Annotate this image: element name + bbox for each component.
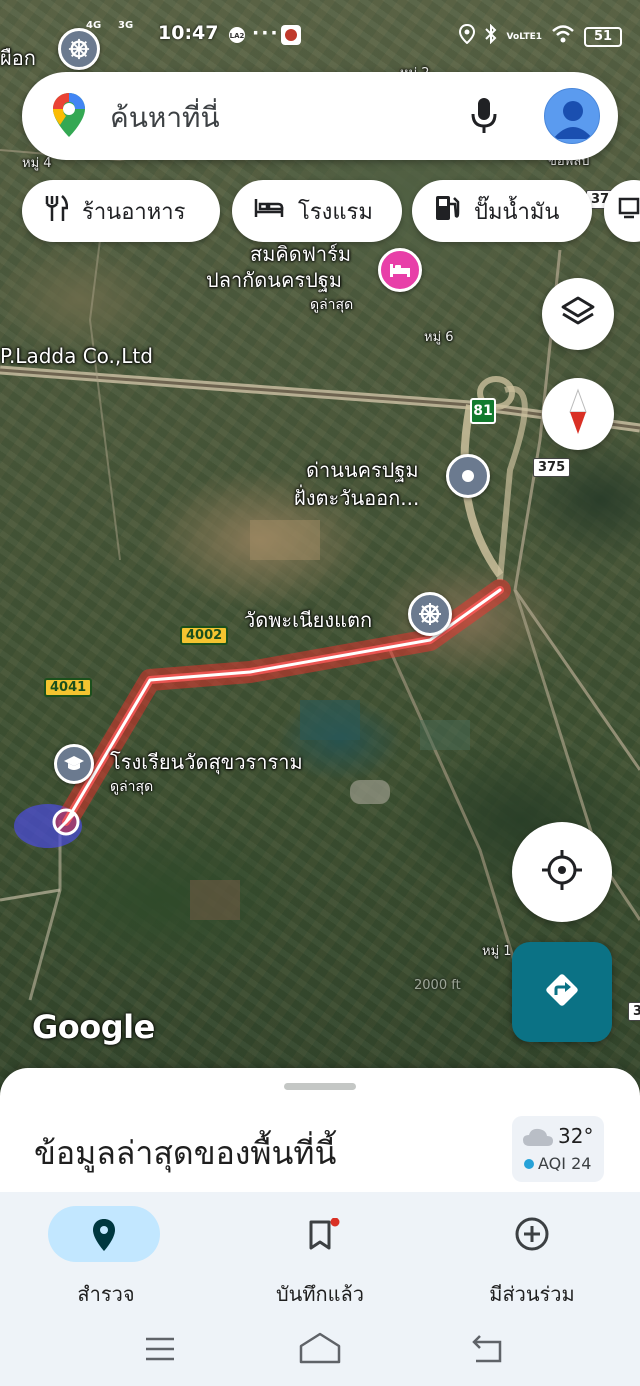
search-placeholder[interactable]: ค้นหาที่นี่ [110,96,220,140]
bookmark-icon [308,1217,342,1256]
poi-toll-name-line2[interactable]: ฝั่งตะวันออก... [294,482,419,514]
school-cap-icon[interactable] [54,744,94,784]
google-logo: Google [32,1008,155,1046]
bottom-sheet[interactable]: ข้อมูลล่าสุดของพื้นที่นี้ 32° AQI 24 [0,1068,640,1208]
gas-station-icon [434,194,460,228]
compass-icon [567,388,589,440]
nav-explore-label: สำรวจ [77,1282,135,1306]
system-navigation-bar [0,1320,640,1386]
location-pin-icon[interactable] [446,454,490,498]
home-icon[interactable] [298,1332,342,1368]
weather-aqi: AQI 24 [538,1154,592,1173]
poi-farm-subtitle: ดูล่าสุด [310,297,354,313]
app-notification-icon: LA2 [228,26,246,49]
network-3g-label: 3G [118,20,134,31]
nav-saved[interactable]: บันทึกแล้ว [220,1202,420,1312]
sheet-title: ข้อมูลล่าสุดของพื้นที่นี้ [34,1134,337,1172]
chip-restaurants-label: ร้านอาหาร [82,199,186,225]
poi-school-subtitle: ดูล่าสุด [110,779,154,795]
map-roads [0,109,640,1001]
google-maps-logo-icon [52,92,86,142]
temple-dharma-wheel-icon[interactable] [408,592,452,636]
poi-school-label[interactable]: โรงเรียนวัดสุขวราราม [110,746,303,778]
nav-contribute[interactable]: มีส่วนร่วม [432,1202,632,1312]
chip-gas-label: ปั๊มน้ำมัน [474,199,560,225]
route-shield-375: 375 [533,458,571,477]
bluetooth-icon [484,23,497,49]
shopping-icon [618,197,640,225]
nav-explore[interactable]: สำรวจ [0,1202,200,1312]
map-canvas[interactable]: ผือก หมู่ 2 หมู่ 4 หมู่ 6 หมู่ 1 ขอพลบ ส… [0,0,640,1100]
chip-restaurants[interactable]: ร้านอาหาร [22,180,220,242]
more-notifications-icon: ··· [252,22,280,44]
layers-icon [560,295,596,333]
route-shield-81: 81 [470,398,496,424]
sheet-drag-handle[interactable] [284,1083,356,1090]
poi-temple-label[interactable]: วัดพะเนียงแตก [244,604,372,636]
network-4g-label: 4G [86,20,102,31]
account-avatar-icon[interactable] [544,88,600,144]
menu-icon[interactable] [144,1336,176,1366]
route-shield-3: 3 [628,1002,640,1021]
bottom-navigation: สำรวจ บันทึกแล้ว มีส่วนร่วม [0,1192,640,1320]
add-circle-icon [514,1216,550,1256]
hotel-pin-icon[interactable] [378,248,422,292]
my-location-button[interactable] [512,822,612,922]
location-status-icon [458,23,475,49]
route-shield-4041: 4041 [44,678,93,697]
nav-saved-label: บันทึกแล้ว [275,1282,365,1306]
weather-badge[interactable]: 32° AQI 24 [512,1116,604,1182]
compass-button[interactable] [542,378,614,450]
battery-indicator: 51 [584,26,622,47]
chip-hotels[interactable]: โรงแรม [232,180,402,242]
route-shield-4002: 4002 [180,626,229,645]
map-scale-faint: 2000 ft [414,978,461,993]
weather-temperature: 32° [558,1124,594,1148]
mic-icon[interactable] [470,96,498,140]
search-bar[interactable]: ค้นหาที่นี่ [22,72,618,160]
svg-text:LA2: LA2 [230,32,245,40]
nav-contribute-label: มีส่วนร่วม [489,1282,575,1306]
chip-hotels-label: โรงแรม [298,199,373,225]
explore-pin-icon [92,1218,116,1256]
restaurant-icon [44,194,69,228]
back-icon[interactable] [470,1334,504,1368]
directions-icon [542,970,582,1014]
aqi-dot-icon [524,1159,534,1169]
status-time: 10:47 [158,22,219,44]
chip-gas[interactable]: ปั๊มน้ำมัน [412,180,592,242]
layers-button[interactable] [542,278,614,350]
directions-button[interactable] [512,942,612,1042]
poi-farm-name-line2[interactable]: ปลากัดนครปฐม [206,264,342,296]
map-label-moo6: หมู่ 6 [424,330,454,345]
my-location-crosshair-icon [541,849,583,895]
poi-company-label[interactable]: P.Ladda Co.,Ltd [0,344,153,368]
status-bar: 4G 3G 10:47 LA2 ··· VoLTE1 51 [0,18,640,54]
volte-label: VoLTE1 [506,31,542,42]
wifi-icon [552,25,574,48]
map-label-moo1: หมู่ 1 [482,944,512,959]
cloud-icon [522,1126,554,1152]
hotel-icon [254,197,284,225]
app-badge-icon [280,24,302,51]
